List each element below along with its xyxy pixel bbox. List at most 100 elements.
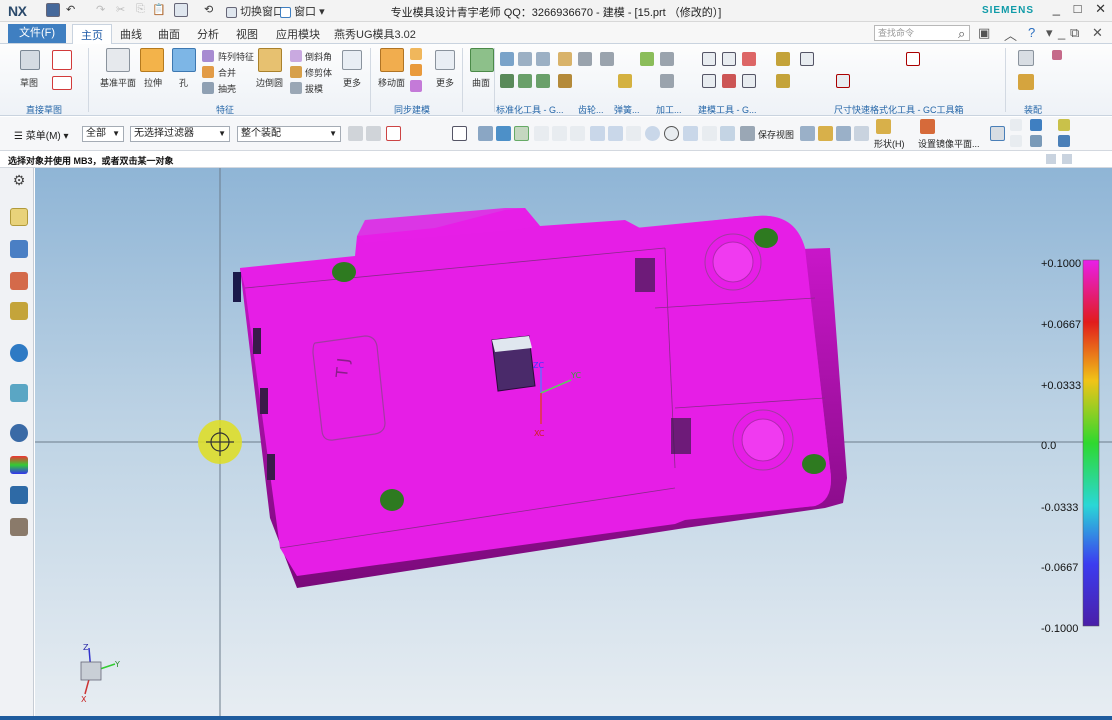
screw-boss-top[interactable] bbox=[712, 241, 754, 283]
clock-history-icon[interactable] bbox=[10, 424, 28, 442]
gear-icon[interactable]: ⚙ bbox=[10, 172, 28, 190]
assembly-icon-1[interactable] bbox=[1018, 50, 1034, 66]
select-region-icon[interactable] bbox=[386, 126, 401, 141]
roles-icon[interactable] bbox=[10, 518, 28, 536]
intersection-snap-icon[interactable] bbox=[626, 126, 641, 141]
modeling-tool-icon-2[interactable] bbox=[722, 52, 736, 66]
standard-tool-icon-5[interactable] bbox=[518, 74, 532, 88]
mirror-plane-icon[interactable] bbox=[920, 119, 935, 134]
touch-mode-icon[interactable]: ⟲ bbox=[204, 3, 213, 16]
part-navigator-icon[interactable] bbox=[10, 208, 28, 226]
extrude-icon[interactable] bbox=[140, 48, 164, 72]
shell-icon[interactable] bbox=[202, 82, 214, 94]
fit-view-icon[interactable] bbox=[990, 126, 1005, 141]
doc-restore-button[interactable]: ⧉ bbox=[1070, 25, 1079, 41]
doc-minimize-button[interactable]: _ bbox=[1058, 25, 1065, 40]
profile-icon[interactable] bbox=[52, 50, 72, 70]
curve-snap-icon[interactable] bbox=[570, 126, 585, 141]
existing-point-snap-icon[interactable] bbox=[683, 126, 698, 141]
body-snap-icon[interactable] bbox=[496, 126, 511, 141]
mounting-hole-4[interactable] bbox=[802, 454, 826, 474]
more-sync-icon[interactable] bbox=[435, 50, 455, 70]
delete-face-icon[interactable] bbox=[410, 80, 422, 92]
standard-tool-icon-3[interactable] bbox=[536, 52, 550, 66]
assembly-icon-2[interactable] bbox=[1018, 74, 1034, 90]
web-browser-icon[interactable] bbox=[10, 344, 28, 362]
gear-tool-icon-2[interactable] bbox=[578, 52, 592, 66]
view-tool-icon-1[interactable] bbox=[800, 126, 815, 141]
repeat-command-icon[interactable] bbox=[174, 3, 188, 17]
dimension-tool-icon-1[interactable] bbox=[776, 52, 790, 66]
move-face-icon[interactable] bbox=[380, 48, 404, 72]
mounting-hole-2[interactable] bbox=[754, 228, 778, 248]
collapse-ribbon-icon[interactable]: ︿ bbox=[1004, 25, 1017, 44]
modeling-tool-icon-3[interactable] bbox=[742, 52, 756, 66]
modeling-tool-icon-5[interactable] bbox=[722, 74, 736, 88]
snap-point-toggle-icon[interactable] bbox=[514, 126, 529, 141]
file-menu-button[interactable]: 文件(F) bbox=[8, 24, 66, 43]
rectangle-icon[interactable] bbox=[52, 76, 72, 90]
hole-icon[interactable] bbox=[172, 48, 196, 72]
standard-tool-icon-1[interactable] bbox=[500, 52, 514, 66]
layout-icon-2[interactable] bbox=[1062, 154, 1072, 164]
edge-blend-icon[interactable] bbox=[258, 48, 282, 72]
view-orient-icon-1[interactable] bbox=[1010, 119, 1022, 131]
trim-body-icon[interactable] bbox=[290, 66, 302, 78]
assembly-icon-3[interactable] bbox=[1052, 50, 1062, 60]
rectangle-select-icon[interactable] bbox=[452, 126, 467, 141]
doc-close-button[interactable]: ✕ bbox=[1092, 25, 1103, 41]
draft-icon[interactable] bbox=[290, 82, 302, 94]
copy-icon[interactable]: ⎘ bbox=[136, 3, 145, 16]
type-filter-select[interactable]: 全部 ▼ bbox=[82, 126, 124, 142]
view-orient-icon-2[interactable] bbox=[1030, 119, 1042, 131]
machining-icon[interactable] bbox=[640, 52, 654, 66]
screw-boss-bottom[interactable] bbox=[741, 418, 785, 462]
switch-window-button[interactable]: 切换窗口 bbox=[226, 3, 284, 19]
save-view-icon[interactable] bbox=[740, 126, 755, 141]
spring-icon[interactable] bbox=[600, 52, 614, 66]
constraint-navigator-icon[interactable] bbox=[10, 272, 28, 290]
offset-region-icon[interactable] bbox=[410, 64, 422, 76]
machining-tool-icon-2[interactable] bbox=[660, 52, 674, 66]
redo-icon[interactable]: ↷ bbox=[96, 3, 105, 16]
zoom-view-icon[interactable] bbox=[1058, 135, 1070, 147]
view-tool-icon-3[interactable] bbox=[836, 126, 851, 141]
full-screen-icon[interactable]: ▣ bbox=[978, 25, 990, 41]
modeling-tool-icon-6[interactable] bbox=[742, 74, 756, 88]
line-snap-icon[interactable] bbox=[534, 126, 549, 141]
edge-snap-icon[interactable] bbox=[552, 126, 567, 141]
chamfer-icon[interactable] bbox=[290, 50, 302, 62]
machining-tool-icon-3[interactable] bbox=[660, 74, 674, 88]
gear-icon[interactable] bbox=[558, 52, 572, 66]
window-menu-button[interactable]: 窗口 ▾ bbox=[280, 3, 325, 19]
paste-icon[interactable]: 📋 bbox=[152, 3, 166, 16]
sketch-icon[interactable] bbox=[20, 50, 40, 70]
tab-yanxiu-mold[interactable]: 燕秀UG模具3.02 bbox=[334, 26, 416, 42]
search-icon[interactable]: ⌕ bbox=[958, 26, 965, 42]
layout-icon-1[interactable] bbox=[1046, 154, 1056, 164]
datum-plane-icon[interactable] bbox=[106, 48, 130, 72]
minimize-button[interactable]: _ bbox=[1053, 1, 1060, 16]
render-style-icon[interactable] bbox=[1058, 119, 1070, 131]
view-tool-icon-2[interactable] bbox=[818, 126, 833, 141]
quadrant-snap-icon[interactable] bbox=[664, 126, 679, 141]
standard-tool-icon-6[interactable] bbox=[536, 74, 550, 88]
standard-tool-icon-4[interactable] bbox=[500, 74, 514, 88]
point-on-curve-icon[interactable] bbox=[702, 126, 717, 141]
select-all-icon[interactable] bbox=[348, 126, 363, 141]
close-button[interactable]: ✕ bbox=[1095, 1, 1106, 16]
spline-snap-icon[interactable] bbox=[590, 126, 605, 141]
assembly-navigator-icon[interactable] bbox=[10, 240, 28, 258]
tab-surface[interactable]: 曲面 bbox=[158, 26, 180, 42]
selection-filter-select[interactable]: 无选择过滤器 ▼ bbox=[130, 126, 230, 142]
tab-analysis[interactable]: 分析 bbox=[197, 26, 219, 42]
more-features-icon[interactable] bbox=[342, 50, 362, 70]
scope-select[interactable]: 整个装配 ▼ bbox=[237, 126, 341, 142]
save-view-label[interactable]: 保存视图 bbox=[758, 128, 794, 141]
system-materials-icon[interactable] bbox=[10, 456, 28, 474]
tab-view[interactable]: 视图 bbox=[236, 26, 258, 42]
wave-snap-icon[interactable] bbox=[608, 126, 623, 141]
tab-application[interactable]: 应用模块 bbox=[276, 26, 320, 42]
help-dropdown-icon[interactable]: ▾ bbox=[1046, 25, 1053, 41]
unite-icon[interactable] bbox=[202, 66, 214, 78]
